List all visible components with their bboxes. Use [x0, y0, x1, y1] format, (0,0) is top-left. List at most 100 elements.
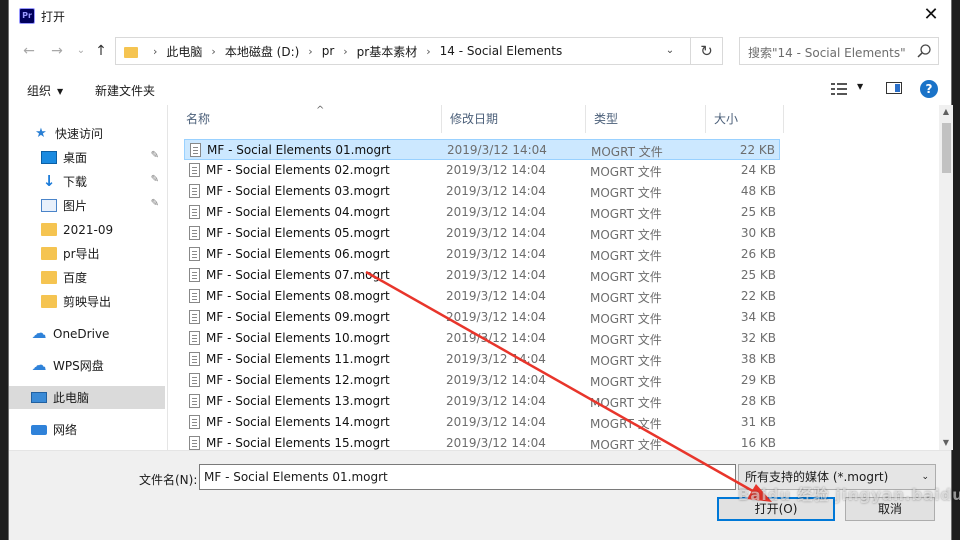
organize-button[interactable]: 组织 ▼ — [27, 82, 63, 99]
recent-locations-chevron-icon[interactable]: ⌄ — [71, 40, 91, 62]
preview-pane-icon[interactable] — [886, 82, 902, 94]
file-row[interactable]: MF - Social Elements 05.mogrt 2019/3/12 1… — [184, 223, 780, 244]
close-icon[interactable]: ✕ — [911, 0, 951, 32]
scrollbar-thumb[interactable] — [942, 123, 951, 173]
breadcrumb-local-disk[interactable]: 本地磁盘 (D:) — [225, 43, 299, 60]
file-row[interactable]: MF - Social Elements 01.mogrt 2019/3/12 1… — [184, 139, 780, 160]
file-type: MOGRT 文件 — [590, 396, 662, 410]
column-header-type[interactable]: 类型 — [586, 105, 706, 133]
file-name: MF - Social Elements 11.mogrt — [206, 352, 390, 366]
forward-arrow-icon[interactable]: → — [47, 40, 67, 62]
nav-quick-access[interactable]: ★ 快速访问 — [9, 122, 165, 145]
nav-wps-drive[interactable]: ☁ WPS网盘 — [9, 354, 165, 377]
breadcrumb-separator: › — [153, 44, 158, 58]
file-row[interactable]: MF - Social Elements 12.mogrt 2019/3/12 1… — [184, 370, 780, 391]
file-name: MF - Social Elements 06.mogrt — [206, 247, 390, 261]
scroll-up-icon[interactable]: ▲ — [939, 105, 953, 119]
column-header-size[interactable]: 大小 — [706, 105, 784, 133]
document-icon — [189, 247, 200, 261]
network-icon — [31, 424, 47, 435]
pin-icon: ✎ — [150, 198, 159, 209]
nav-network[interactable]: 网络 — [9, 418, 165, 441]
breadcrumb-pr-materials[interactable]: pr基本素材 — [357, 43, 418, 60]
file-row[interactable]: MF - Social Elements 14.mogrt 2019/3/12 1… — [184, 412, 780, 433]
document-icon — [189, 352, 200, 366]
file-date: 2019/3/12 14:04 — [446, 289, 546, 303]
file-row[interactable]: MF - Social Elements 08.mogrt 2019/3/12 1… — [184, 286, 780, 307]
folder-icon — [41, 271, 57, 284]
nav-label: 此电脑 — [53, 391, 90, 405]
breadcrumb-separator[interactable]: › — [426, 45, 430, 58]
document-icon — [189, 226, 200, 240]
scroll-down-icon[interactable]: ▼ — [939, 436, 953, 450]
folder-icon — [41, 247, 57, 260]
address-bar[interactable]: › 此电脑 › 本地磁盘 (D:) › pr › pr基本素材 › 14 - S… — [115, 37, 723, 65]
file-date: 2019/3/12 14:04 — [446, 352, 546, 366]
file-type: MOGRT 文件 — [590, 249, 662, 263]
file-type: MOGRT 文件 — [590, 228, 662, 242]
file-date: 2019/3/12 14:04 — [446, 163, 546, 177]
vertical-scrollbar[interactable]: ▲ ▼ — [939, 105, 953, 450]
file-type: MOGRT 文件 — [590, 165, 662, 179]
file-row[interactable]: MF - Social Elements 02.mogrt 2019/3/12 1… — [184, 160, 780, 181]
up-arrow-icon[interactable]: ↑ — [91, 40, 111, 62]
back-arrow-icon[interactable]: ← — [19, 40, 39, 62]
file-row[interactable]: MF - Social Elements 11.mogrt 2019/3/12 1… — [184, 349, 780, 370]
breadcrumb-separator[interactable]: › — [308, 45, 312, 58]
file-row[interactable]: MF - Social Elements 06.mogrt 2019/3/12 1… — [184, 244, 780, 265]
change-view-icon[interactable] — [831, 82, 849, 96]
document-icon — [189, 163, 200, 177]
nav-label: WPS网盘 — [53, 359, 104, 373]
file-date: 2019/3/12 14:04 — [446, 394, 546, 408]
pin-icon: ✎ — [150, 150, 159, 161]
nav-item-baidu[interactable]: 百度 — [9, 266, 165, 289]
file-row[interactable]: MF - Social Elements 09.mogrt 2019/3/12 1… — [184, 307, 780, 328]
breadcrumb-separator[interactable]: › — [211, 45, 215, 58]
file-type: MOGRT 文件 — [590, 417, 662, 431]
column-header-date[interactable]: 修改日期 — [442, 105, 586, 133]
address-dropdown-chevron-icon[interactable]: ⌄ — [658, 38, 682, 64]
nav-item-jianying-export[interactable]: 剪映导出 — [9, 290, 165, 313]
file-name: MF - Social Elements 07.mogrt — [206, 268, 390, 282]
nav-item-pr-export[interactable]: pr导出 — [9, 242, 165, 265]
file-type: MOGRT 文件 — [590, 207, 662, 221]
file-date: 2019/3/12 14:04 — [446, 373, 546, 387]
help-icon[interactable]: ? — [920, 80, 938, 98]
nav-item-2021-09[interactable]: 2021-09 — [9, 218, 165, 241]
nav-item-pictures[interactable]: 图片 ✎ — [9, 194, 165, 217]
file-row[interactable]: MF - Social Elements 07.mogrt 2019/3/12 1… — [184, 265, 780, 286]
file-row[interactable]: MF - Social Elements 13.mogrt 2019/3/12 1… — [184, 391, 780, 412]
file-size: 30 KB — [740, 226, 776, 240]
document-icon — [190, 143, 201, 157]
breadcrumb-social-elements[interactable]: 14 - Social Elements — [440, 44, 563, 58]
refresh-icon[interactable]: ↻ — [690, 38, 722, 64]
file-type: MOGRT 文件 — [590, 312, 662, 326]
nav-item-desktop[interactable]: 桌面 ✎ — [9, 146, 165, 169]
breadcrumb-pr[interactable]: pr — [322, 44, 335, 58]
nav-item-downloads[interactable]: ↓ 下载 ✎ — [9, 170, 165, 193]
view-options-chevron-icon[interactable]: ▼ — [857, 82, 863, 91]
file-size: 34 KB — [740, 310, 776, 324]
nav-label: 2021-09 — [63, 222, 114, 237]
nav-label: 图片 — [63, 199, 88, 213]
file-size: 32 KB — [740, 331, 776, 345]
folder-icon — [124, 46, 138, 58]
file-row[interactable]: MF - Social Elements 10.mogrt 2019/3/12 1… — [184, 328, 780, 349]
file-row[interactable]: MF - Social Elements 03.mogrt 2019/3/12 1… — [184, 181, 780, 202]
breadcrumb-separator[interactable]: › — [343, 45, 347, 58]
new-folder-button[interactable]: 新建文件夹 — [95, 82, 155, 99]
file-size: 22 KB — [739, 143, 775, 157]
document-icon — [189, 184, 200, 198]
filename-field[interactable]: MF - Social Elements 01.mogrt — [199, 464, 736, 490]
nav-label: 网络 — [53, 423, 78, 437]
file-row[interactable]: MF - Social Elements 15.mogrt 2019/3/12 1… — [184, 433, 780, 450]
search-input[interactable]: 搜索"14 - Social Elements" — [739, 37, 939, 65]
nav-this-pc[interactable]: 此电脑 — [9, 386, 165, 409]
file-type: MOGRT 文件 — [590, 333, 662, 347]
title-bar: Pr 打开 ✕ — [9, 0, 951, 32]
nav-onedrive[interactable]: ☁ OneDrive — [9, 322, 165, 345]
file-row[interactable]: MF - Social Elements 04.mogrt 2019/3/12 1… — [184, 202, 780, 223]
column-header-name[interactable]: 名称 ^ — [178, 105, 442, 133]
breadcrumb-this-pc[interactable]: 此电脑 — [166, 43, 202, 60]
window-title: 打开 — [41, 10, 66, 24]
